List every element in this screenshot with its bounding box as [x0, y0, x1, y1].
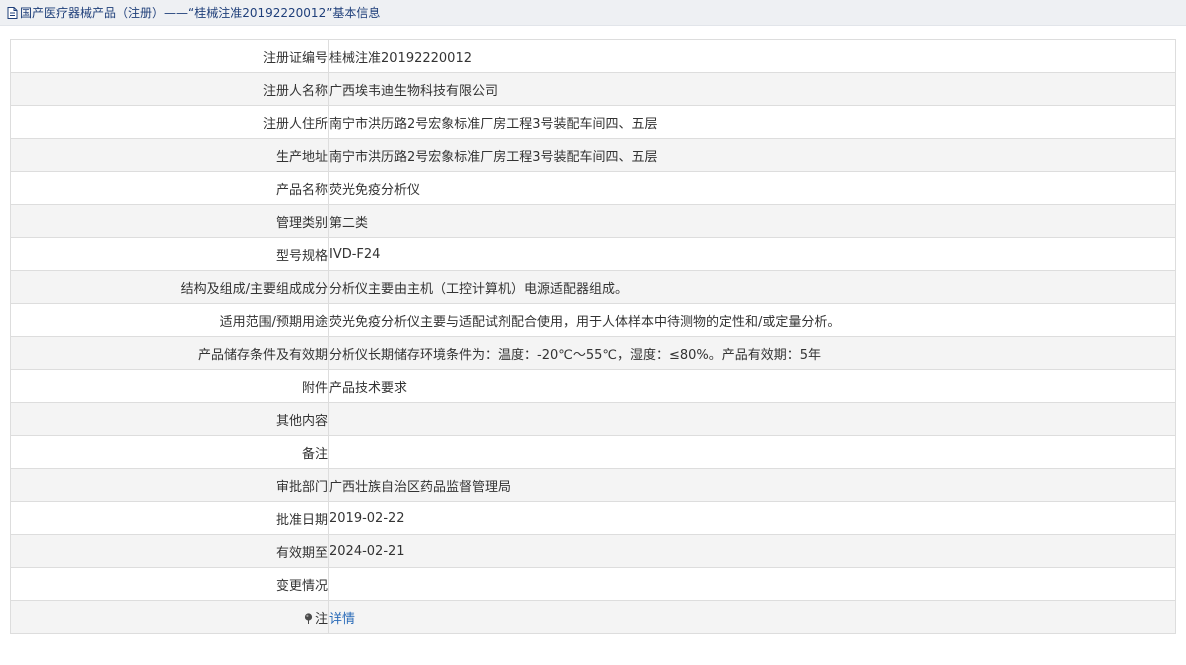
field-value-valid-until: 2024-02-21 — [328, 534, 1176, 568]
field-value-model-spec: IVD-F24 — [328, 237, 1176, 271]
field-value-storage-validity: 分析仪长期储存环境条件为：温度：-20℃～55℃，湿度：≤80%。产品有效期：5… — [328, 336, 1176, 370]
field-value-registrant-address: 南宁市洪历路2号宏象标准厂房工程3号装配车间四、五层 — [328, 105, 1176, 139]
field-value-product-name: 荧光免疫分析仪 — [328, 171, 1176, 205]
table-row: 审批部门 广西壮族自治区药品监督管理局 — [10, 468, 1176, 502]
document-icon — [7, 6, 18, 19]
detail-link[interactable]: 详情 — [330, 612, 356, 627]
field-value-changes — [328, 567, 1176, 601]
table-row: 产品名称 荧光免疫分析仪 — [10, 171, 1176, 205]
table-row: 注册人住所 南宁市洪历路2号宏象标准厂房工程3号装配车间四、五层 — [10, 105, 1176, 139]
table-row: 有效期至 2024-02-21 — [10, 534, 1176, 568]
field-label-approval-dept: 审批部门 — [10, 468, 329, 502]
field-label-other: 其他内容 — [10, 402, 329, 436]
field-value-structure: 分析仪主要由主机（工控计算机）电源适配器组成。 — [328, 270, 1176, 304]
field-label-production-address: 生产地址 — [10, 138, 329, 172]
field-value-attachment: 产品技术要求 — [328, 369, 1176, 403]
field-label-structure: 结构及组成/主要组成成分 — [10, 270, 329, 304]
table-row: 变更情况 — [10, 567, 1176, 601]
field-label-registrant-name: 注册人名称 — [10, 72, 329, 106]
field-value-approval-dept: 广西壮族自治区药品监督管理局 — [328, 468, 1176, 502]
table-row: 注 详情 — [10, 600, 1176, 634]
note-label-cell: 注 — [10, 600, 329, 634]
field-value-registration-no: 桂械注准20192220012 — [328, 39, 1176, 73]
field-value-production-address: 南宁市洪历路2号宏象标准厂房工程3号装配车间四、五层 — [328, 138, 1176, 172]
field-label-approval-date: 批准日期 — [10, 501, 329, 535]
table-row: 生产地址 南宁市洪历路2号宏象标准厂房工程3号装配车间四、五层 — [10, 138, 1176, 172]
table-row: 结构及组成/主要组成成分 分析仪主要由主机（工控计算机）电源适配器组成。 — [10, 270, 1176, 304]
field-label-registration-no: 注册证编号 — [10, 39, 329, 73]
field-label-remarks: 备注 — [10, 435, 329, 469]
field-value-intended-use: 荧光免疫分析仪主要与适配试剂配合使用，用于人体样本中待测物的定性和/或定量分析。 — [328, 303, 1176, 337]
table-row: 适用范围/预期用途 荧光免疫分析仪主要与适配试剂配合使用，用于人体样本中待测物的定… — [10, 303, 1176, 337]
info-table: 注册证编号 桂械注准20192220012 注册人名称 广西埃韦迪生物科技有限公司 … — [10, 39, 1176, 634]
table-row: 型号规格 IVD-F24 — [10, 237, 1176, 271]
field-label-registrant-address: 注册人住所 — [10, 105, 329, 139]
field-label-intended-use: 适用范围/预期用途 — [10, 303, 329, 337]
table-row: 备注 — [10, 435, 1176, 469]
note-value-cell: 详情 — [328, 600, 1176, 634]
field-label-changes: 变更情况 — [10, 567, 329, 601]
table-row: 附件 产品技术要求 — [10, 369, 1176, 403]
field-value-management-class: 第二类 — [328, 204, 1176, 238]
field-label-model-spec: 型号规格 — [10, 237, 329, 271]
breadcrumb: 国产医疗器械产品（注册）——“桂械注准20192220012”基本信息 — [20, 6, 381, 20]
field-label-valid-until: 有效期至 — [10, 534, 329, 568]
breadcrumb-bar: 国产医疗器械产品（注册）——“桂械注准20192220012”基本信息 — [0, 0, 1186, 26]
table-row: 产品储存条件及有效期 分析仪长期储存环境条件为：温度：-20℃～55℃，湿度：≤8… — [10, 336, 1176, 370]
field-label-product-name: 产品名称 — [10, 171, 329, 205]
field-value-remarks — [328, 435, 1176, 469]
field-value-other — [328, 402, 1176, 436]
table-row: 注册证编号 桂械注准20192220012 — [10, 39, 1176, 73]
field-value-registrant-name: 广西埃韦迪生物科技有限公司 — [328, 72, 1176, 106]
table-row: 管理类别 第二类 — [10, 204, 1176, 238]
pin-icon — [304, 612, 313, 624]
info-table-body: 注册证编号 桂械注准20192220012 注册人名称 广西埃韦迪生物科技有限公司 … — [10, 39, 1176, 634]
table-row: 注册人名称 广西埃韦迪生物科技有限公司 — [10, 72, 1176, 106]
field-label-storage-validity: 产品储存条件及有效期 — [10, 336, 329, 370]
note-label: 注 — [314, 611, 328, 627]
field-label-attachment: 附件 — [10, 369, 329, 403]
table-row: 其他内容 — [10, 402, 1176, 436]
table-row: 批准日期 2019-02-22 — [10, 501, 1176, 535]
field-label-management-class: 管理类别 — [10, 204, 329, 238]
field-value-approval-date: 2019-02-22 — [328, 501, 1176, 535]
